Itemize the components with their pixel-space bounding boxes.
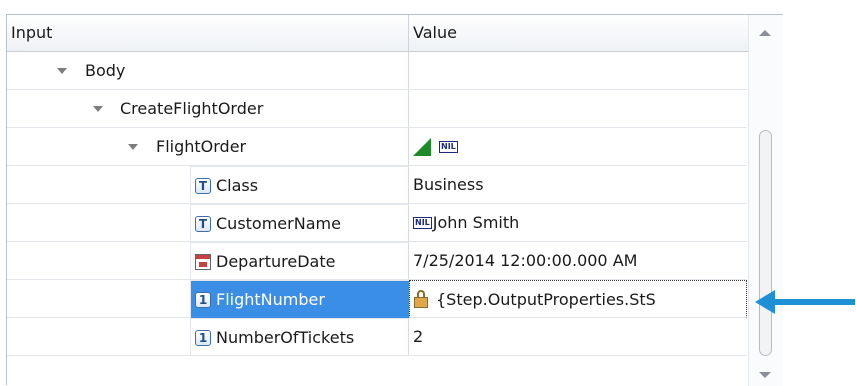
collapse-icon[interactable] [128, 144, 138, 150]
tree-row-flightorder[interactable]: FlightOrder NIL [7, 128, 748, 166]
tree-row-numberoftickets[interactable]: 1 NumberOfTickets 2 [7, 318, 748, 356]
nil-badge-icon: NIL [413, 216, 432, 229]
row-value[interactable]: NIL [409, 128, 747, 166]
properties-grid: Input Value Body CreateFlightOrder Fligh… [6, 14, 783, 386]
leaf-cell: T CustomerName [190, 204, 409, 242]
numeric-type-icon: 1 [195, 291, 211, 308]
scroll-up-icon[interactable] [759, 30, 771, 36]
tree-row-body[interactable]: Body [7, 52, 748, 90]
collapse-icon[interactable] [93, 106, 103, 112]
row-value[interactable]: Business [409, 166, 747, 204]
row-value[interactable] [409, 90, 747, 128]
row-name: NumberOfTickets [216, 328, 355, 347]
row-name: CreateFlightOrder [120, 99, 264, 118]
row-value[interactable]: 7/25/2014 12:00:00.000 AM [409, 242, 747, 280]
row-name: CustomerName [216, 214, 341, 233]
tree-row-createflightorder[interactable]: CreateFlightOrder [7, 90, 748, 128]
green-flag-icon [413, 137, 431, 156]
numeric-type-icon: 1 [195, 329, 211, 346]
row-name: Class [216, 176, 259, 195]
tree-row-class[interactable]: T Class Business [7, 166, 748, 204]
row-value[interactable]: 2 [409, 318, 747, 356]
row-value[interactable] [409, 52, 747, 90]
scroll-thumb[interactable] [759, 130, 772, 356]
scroll-down-icon[interactable] [759, 372, 771, 378]
leaf-cell: T Class [190, 166, 409, 204]
row-name: DepartureDate [216, 252, 336, 271]
text-type-icon: T [195, 177, 211, 194]
leaf-cell-selected: 1 FlightNumber [190, 280, 409, 318]
collapse-icon[interactable] [57, 68, 67, 74]
row-value[interactable]: NIL John Smith [409, 204, 747, 242]
calendar-icon [195, 253, 211, 270]
value-text: John Smith [432, 213, 520, 232]
row-name: Body [85, 61, 126, 80]
nil-badge-icon: NIL [439, 140, 458, 153]
tree-row-departuredate[interactable]: DepartureDate 7/25/2014 12:00:00.000 AM [7, 242, 748, 280]
row-name: FlightNumber [216, 290, 325, 309]
grid-header: Input Value [7, 15, 782, 52]
callout-arrow-icon [755, 290, 855, 314]
leaf-cell: 1 NumberOfTickets [190, 318, 409, 356]
row-name: FlightOrder [156, 137, 247, 156]
text-type-icon: T [195, 215, 211, 232]
input-column-header[interactable]: Input [7, 15, 409, 51]
lock-icon [414, 290, 428, 308]
value-column-header[interactable]: Value [409, 15, 747, 51]
vertical-scrollbar[interactable] [748, 15, 783, 386]
tree-row-flightnumber[interactable]: 1 FlightNumber {Step.OutputProperties.St… [7, 280, 748, 318]
grid-rows: Body CreateFlightOrder FlightOrder NIL T… [7, 52, 748, 356]
leaf-cell: DepartureDate [190, 242, 409, 280]
value-text: {Step.OutputProperties.StS [436, 289, 656, 309]
row-value-editor[interactable]: {Step.OutputProperties.StS [409, 280, 747, 318]
tree-row-customername[interactable]: T CustomerName NIL John Smith [7, 204, 748, 242]
